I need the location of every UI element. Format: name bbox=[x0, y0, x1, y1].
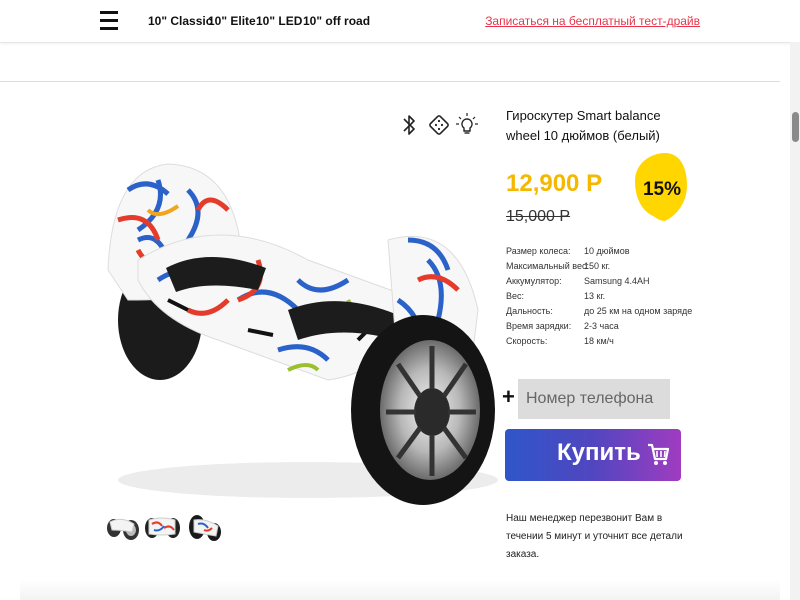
bluetooth-icon bbox=[403, 115, 415, 135]
spec-label: Дальность: bbox=[506, 306, 553, 316]
cart-icon bbox=[648, 443, 669, 465]
thumbnail-3[interactable] bbox=[186, 510, 222, 544]
site-header: 10" Classic 10" Elite 10" LED 10" off ro… bbox=[0, 0, 800, 43]
spec-label: Скорость: bbox=[506, 336, 548, 346]
product-image bbox=[107, 163, 498, 505]
spec-row: Вес: 13 кг. bbox=[506, 289, 706, 304]
spec-value: 10 дюймов bbox=[584, 246, 630, 256]
product-title: Гироскутер Smart balance wheel 10 дюймов… bbox=[506, 108, 661, 143]
spec-value: 150 кг. bbox=[584, 261, 611, 271]
phone-input[interactable] bbox=[518, 379, 670, 419]
buy-button-label: Купить bbox=[557, 439, 641, 466]
spec-value: до 25 км на одном заряде bbox=[584, 306, 693, 316]
thumbnail-1[interactable] bbox=[104, 510, 140, 544]
spec-label: Время зарядки: bbox=[506, 321, 572, 331]
spec-row: Размер колеса: 10 дюймов bbox=[506, 244, 706, 259]
section-divider bbox=[0, 81, 780, 82]
spec-value: Samsung 4.4AH bbox=[584, 276, 650, 286]
product-old-price: 15,000 Р bbox=[506, 208, 571, 225]
spec-label: Максимальный вес: bbox=[506, 261, 589, 271]
spec-row: Аккумулятор: Samsung 4.4AH bbox=[506, 274, 706, 289]
scrollbar-thumb[interactable] bbox=[792, 112, 799, 142]
test-drive-link[interactable]: Записаться на бесплатный тест-драйв bbox=[485, 14, 700, 28]
spec-row: Скорость: 18 км/ч bbox=[506, 334, 706, 349]
discount-badge: 15% bbox=[635, 153, 687, 221]
nav-link-off-road[interactable]: 10" off road bbox=[303, 14, 370, 28]
thumbnail-2[interactable] bbox=[144, 510, 180, 544]
next-section-edge bbox=[20, 580, 780, 600]
nav-link-elite[interactable]: 10" Elite bbox=[208, 14, 256, 28]
spec-value: 2-3 часа bbox=[584, 321, 619, 331]
spec-row: Максимальный вес: 150 кг. bbox=[506, 259, 706, 274]
spec-label: Размер колеса: bbox=[506, 246, 571, 256]
spec-row: Время зарядки: 2-3 часа bbox=[506, 319, 706, 334]
product-price: 12,900 Р bbox=[506, 170, 603, 197]
spec-list: Размер колеса: 10 дюймов Максимальный ве… bbox=[506, 244, 706, 349]
hamburger-menu-icon[interactable] bbox=[100, 10, 118, 32]
spec-value: 18 км/ч bbox=[584, 336, 614, 346]
spec-label: Аккумулятор: bbox=[506, 276, 562, 286]
phone-prefix-plus: + bbox=[502, 384, 515, 409]
spec-row: Дальность: до 25 км на одном заряде bbox=[506, 304, 706, 319]
spec-label: Вес: bbox=[506, 291, 525, 301]
light-bulb-icon bbox=[456, 113, 478, 134]
discount-text: 15% bbox=[643, 179, 681, 200]
spec-value: 13 кг. bbox=[584, 291, 606, 301]
nav-link-led[interactable]: 10" LED bbox=[256, 14, 302, 28]
callback-note: Наш менеджер перезвонит Вам в течении 5 … bbox=[506, 513, 683, 560]
nav-link-classic[interactable]: 10" Classic bbox=[148, 14, 212, 28]
page-scrollbar[interactable] bbox=[790, 42, 800, 600]
buy-button[interactable]: Купить bbox=[505, 429, 681, 481]
remote-control-icon bbox=[429, 115, 449, 135]
